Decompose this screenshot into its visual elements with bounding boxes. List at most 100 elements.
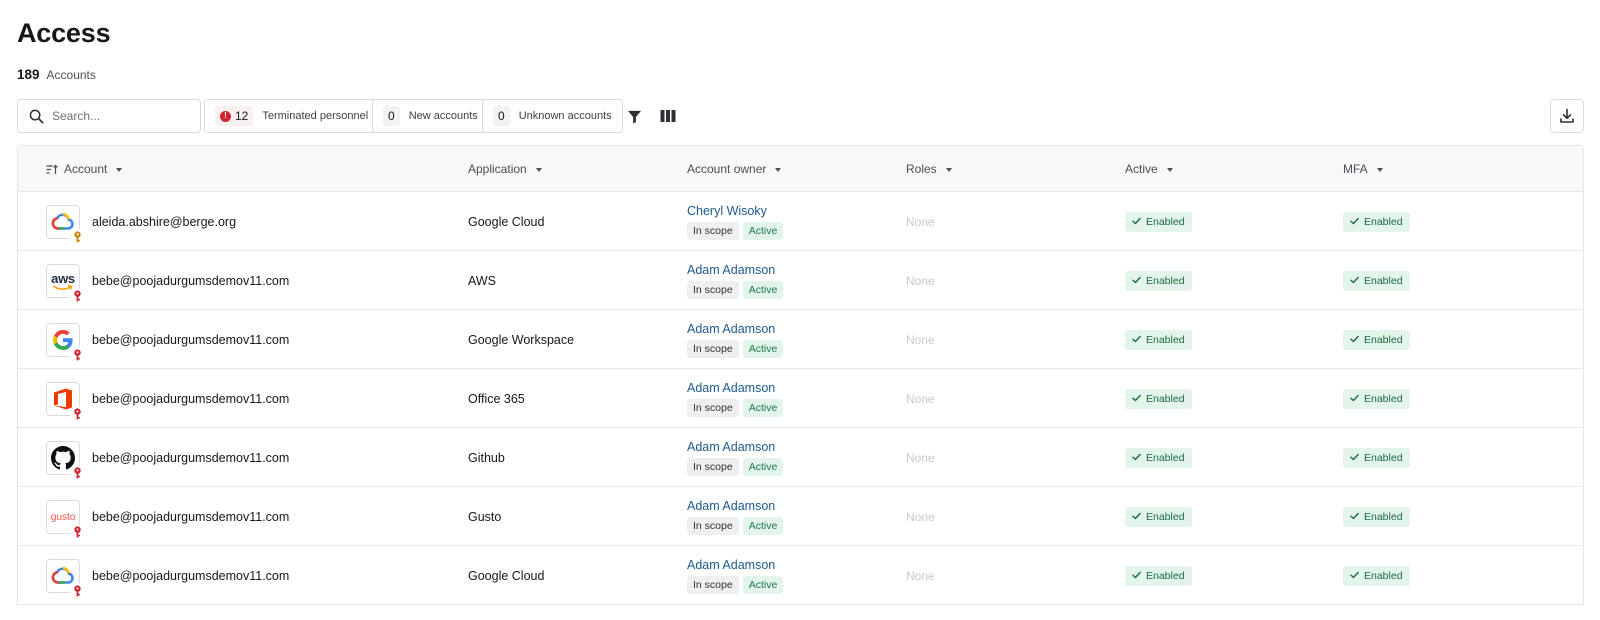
active-enabled-badge: Enabled bbox=[1125, 211, 1192, 232]
caret-down-icon bbox=[1166, 167, 1173, 172]
column-header-account[interactable]: Account bbox=[46, 146, 123, 192]
mfa-enabled-text: Enabled bbox=[1364, 215, 1403, 228]
table-row[interactable]: bebe@poojadurgumsdemov11.com Google Works… bbox=[18, 310, 1583, 369]
column-header-mfa[interactable]: MFA bbox=[1343, 146, 1383, 192]
new-accounts-count: 0 bbox=[383, 106, 400, 126]
owner-link[interactable]: Adam Adamson bbox=[687, 381, 775, 395]
owner-link[interactable]: Adam Adamson bbox=[687, 558, 775, 572]
active-status: Enabled bbox=[1125, 369, 1192, 428]
owner-link[interactable]: Cheryl Wisoky bbox=[687, 204, 767, 218]
key-icon bbox=[70, 229, 85, 244]
active-status-tag: Active bbox=[742, 398, 784, 417]
account-email[interactable]: bebe@poojadurgumsdemov11.com bbox=[92, 487, 289, 546]
active-enabled-badge: Enabled bbox=[1125, 506, 1192, 527]
active-status: Enabled bbox=[1125, 546, 1192, 605]
table-row[interactable]: bebe@poojadurgumsdemov11.com Github Adam A… bbox=[18, 428, 1583, 487]
account-owner: Adam Adamson In scope Active bbox=[687, 310, 784, 369]
column-header-account-owner[interactable]: Account owner bbox=[687, 146, 782, 192]
filter-terminated-personnel[interactable]: ! 12 Terminated personnel bbox=[204, 99, 380, 133]
active-enabled-text: Enabled bbox=[1146, 392, 1185, 405]
mfa-status: Enabled bbox=[1343, 192, 1410, 251]
active-enabled-text: Enabled bbox=[1146, 274, 1185, 287]
table-row[interactable]: bebe@poojadurgumsdemov11.com Office 365 Ad… bbox=[18, 369, 1583, 428]
caret-down-icon bbox=[775, 167, 782, 172]
check-icon bbox=[1132, 452, 1141, 464]
application-name: Google Workspace bbox=[468, 332, 575, 347]
column-header-application[interactable]: Application bbox=[468, 146, 542, 192]
column-label: Application bbox=[468, 162, 527, 176]
roles-text: None bbox=[906, 214, 935, 229]
account-email[interactable]: bebe@poojadurgumsdemov11.com bbox=[92, 251, 289, 310]
table-row[interactable]: gusto bebe@poojadurgumsdemov11.com Gusto Ad… bbox=[18, 487, 1583, 546]
search-box[interactable] bbox=[17, 99, 201, 133]
column-header-active[interactable]: Active bbox=[1125, 146, 1173, 192]
application-logo bbox=[46, 205, 85, 244]
owner-tags: In scope Active bbox=[687, 516, 784, 535]
check-icon bbox=[1350, 393, 1359, 405]
account-email[interactable]: bebe@poojadurgumsdemov11.com bbox=[92, 546, 289, 605]
download-icon bbox=[1560, 108, 1574, 123]
table-row[interactable]: aws bebe@poojadurgumsdemov11.com AWS Adam A… bbox=[18, 251, 1583, 310]
application-name: Office 365 bbox=[468, 391, 525, 406]
toolbar: ! 12 Terminated personnel 0 New accounts… bbox=[17, 99, 1584, 133]
account-owner: Adam Adamson In scope Active bbox=[687, 251, 784, 310]
check-icon bbox=[1132, 275, 1141, 287]
check-icon bbox=[1350, 334, 1359, 346]
roles-text: None bbox=[906, 332, 935, 347]
download-button[interactable] bbox=[1550, 99, 1584, 133]
owner-link[interactable]: Adam Adamson bbox=[687, 499, 775, 513]
search-input[interactable] bbox=[52, 109, 182, 123]
account-email[interactable]: bebe@poojadurgumsdemov11.com bbox=[92, 428, 289, 487]
account-owner: Cheryl Wisoky In scope Active bbox=[687, 192, 784, 251]
check-icon bbox=[1132, 393, 1141, 405]
check-icon bbox=[1132, 334, 1141, 346]
key-icon bbox=[70, 524, 85, 539]
table-row[interactable]: aleida.abshire@berge.org Google Cloud Cher… bbox=[18, 192, 1583, 251]
key-icon bbox=[70, 406, 85, 421]
mfa-enabled-text: Enabled bbox=[1364, 451, 1403, 464]
account-count-label: Accounts bbox=[46, 68, 96, 82]
terminated-count: 12 bbox=[235, 109, 249, 123]
application-logo bbox=[46, 559, 85, 598]
accounts-table: Account Application Account owner Roles … bbox=[17, 145, 1584, 605]
mfa-enabled-text: Enabled bbox=[1364, 274, 1403, 287]
owner-link[interactable]: Adam Adamson bbox=[687, 440, 775, 454]
active-status-tag: Active bbox=[742, 221, 784, 240]
column-header-roles[interactable]: Roles bbox=[906, 146, 952, 192]
in-scope-tag: In scope bbox=[687, 280, 739, 299]
active-enabled-text: Enabled bbox=[1146, 451, 1185, 464]
owner-link[interactable]: Adam Adamson bbox=[687, 263, 775, 277]
columns-icon[interactable] bbox=[658, 106, 678, 126]
filter-icon[interactable] bbox=[624, 106, 644, 126]
account-email[interactable]: bebe@poojadurgumsdemov11.com bbox=[92, 369, 289, 428]
mfa-status: Enabled bbox=[1343, 428, 1410, 487]
check-icon bbox=[1132, 570, 1141, 582]
filter-new-accounts[interactable]: 0 New accounts bbox=[372, 99, 489, 133]
active-enabled-text: Enabled bbox=[1146, 333, 1185, 346]
roles-text: None bbox=[906, 450, 935, 465]
account-email[interactable]: aleida.abshire@berge.org bbox=[92, 192, 236, 251]
owner-link[interactable]: Adam Adamson bbox=[687, 322, 775, 336]
account-owner: Adam Adamson In scope Active bbox=[687, 428, 784, 487]
column-label: MFA bbox=[1343, 162, 1368, 176]
roles-value: None bbox=[906, 251, 935, 310]
application-logo bbox=[46, 441, 85, 480]
mfa-status: Enabled bbox=[1343, 487, 1410, 546]
application-logo: aws bbox=[46, 264, 85, 303]
mfa-status: Enabled bbox=[1343, 310, 1410, 369]
account-email[interactable]: bebe@poojadurgumsdemov11.com bbox=[92, 310, 289, 369]
account-owner: Adam Adamson In scope Active bbox=[687, 487, 784, 546]
in-scope-tag: In scope bbox=[687, 339, 739, 358]
active-status-tag: Active bbox=[742, 575, 784, 594]
active-enabled-badge: Enabled bbox=[1125, 388, 1192, 409]
table-row[interactable]: bebe@poojadurgumsdemov11.com Google Cloud… bbox=[18, 546, 1583, 605]
new-accounts-label: New accounts bbox=[408, 110, 478, 122]
filter-unknown-accounts[interactable]: 0 Unknown accounts bbox=[482, 99, 623, 133]
page-title: Access bbox=[17, 18, 111, 48]
owner-tags: In scope Active bbox=[687, 221, 784, 240]
column-label: Account owner bbox=[687, 162, 767, 176]
active-status: Enabled bbox=[1125, 251, 1192, 310]
search-icon bbox=[29, 109, 44, 123]
in-scope-tag: In scope bbox=[687, 575, 739, 594]
caret-down-icon bbox=[116, 167, 123, 172]
